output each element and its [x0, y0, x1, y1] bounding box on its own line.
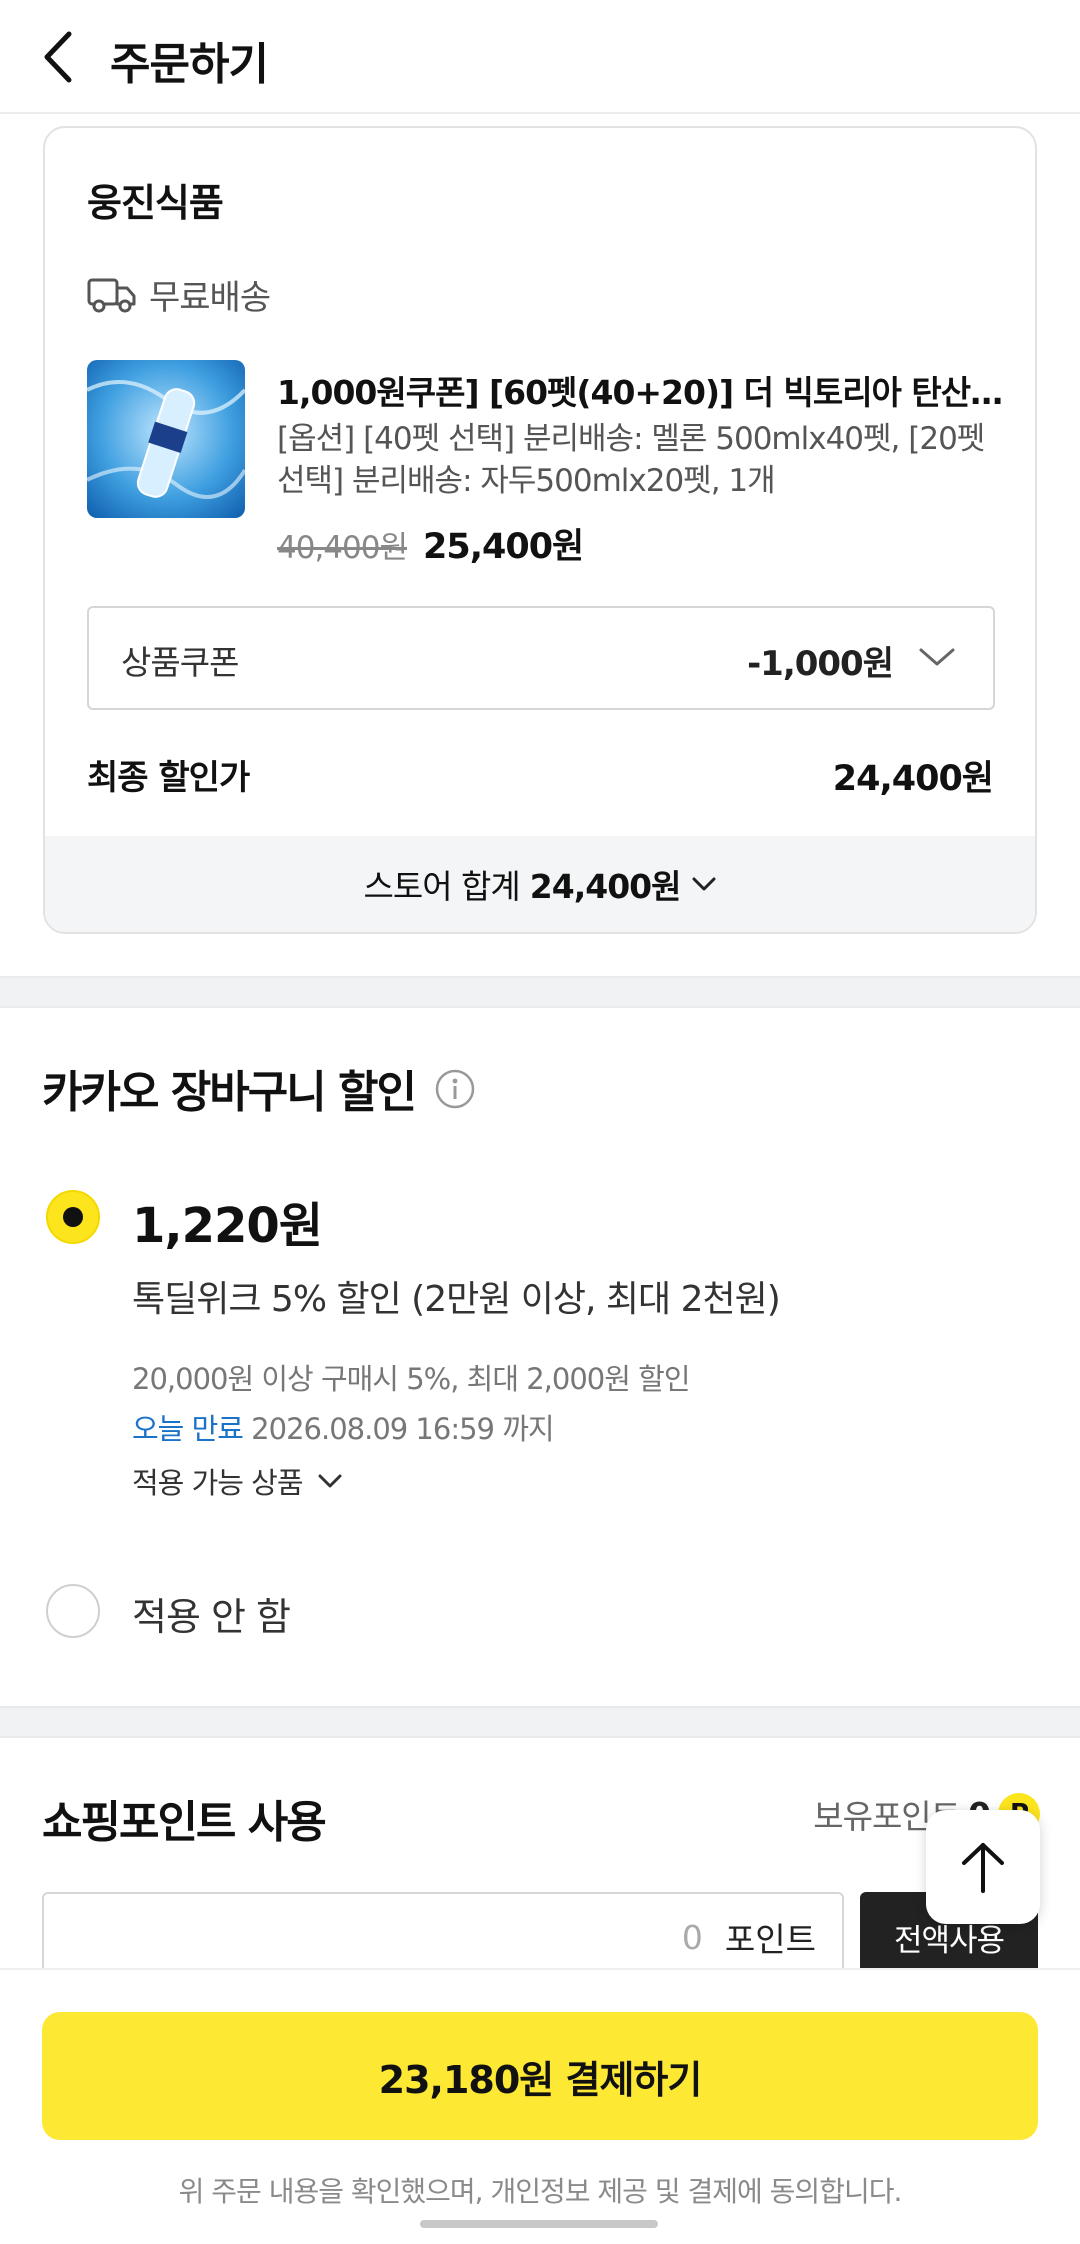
page-title: 주문하기	[110, 39, 269, 90]
product-title[interactable]: 1,000원쿠폰] [60펫(40+20)] 더 빅토리아 탄산수/...	[277, 366, 1007, 414]
promo-condition: 20,000원 이상 구매시 5%, 최대 2,000원 할인	[132, 1362, 691, 1396]
delivery-label: 무료배송	[149, 278, 271, 318]
points-unit: 포인트	[724, 1920, 816, 1959]
home-indicator	[420, 2220, 658, 2228]
discount-radio-selected[interactable]	[46, 1190, 100, 1244]
pay-button[interactable]: 23,180원 결제하기	[42, 2012, 1038, 2140]
chevron-down-icon	[919, 648, 955, 666]
info-icon[interactable]	[434, 1068, 476, 1110]
promo-expiry: 오늘 만료 2026.08.09 16:59 까지	[132, 1406, 555, 1448]
final-price-value: 24,400원	[832, 759, 994, 799]
checkout-bar: 23,180원 결제하기 위 주문 내용을 확인했으며, 개인정보 제공 및 결…	[0, 1968, 1080, 2244]
promo-name: 톡딜위크 5% 할인 (2만원 이상, 최대 2천원)	[132, 1279, 781, 1320]
product-option: [옵션] [40펫 선택] 분리배송: 멜론 500mlx40펫, [20펫 선…	[277, 421, 985, 499]
section-divider	[0, 976, 1080, 1008]
agreement-text: 위 주문 내용을 확인했으며, 개인정보 제공 및 결제에 동의합니다.	[178, 2175, 903, 2208]
product-coupon-select[interactable]: 상품쿠폰 -1,000원	[87, 606, 995, 710]
kakao-discount-title: 카카오 장바구니 할인	[42, 1067, 417, 1118]
chevron-down-icon	[692, 877, 715, 891]
final-price-label: 최종 할인가	[87, 758, 250, 798]
coupon-value: -1,000원	[747, 644, 894, 684]
applicable-label: 적용 가능 상품	[132, 1466, 304, 1500]
store-name: 웅진식품	[87, 181, 224, 225]
points-input-value: 0	[681, 1917, 703, 1957]
not-apply-label[interactable]: 적용 안 함	[132, 1586, 291, 1641]
chevron-down-icon	[318, 1474, 342, 1488]
section-divider	[0, 1706, 1080, 1738]
back-button[interactable]	[28, 22, 88, 92]
coupon-label: 상품쿠폰	[121, 643, 239, 682]
points-title: 쇼핑포인트 사용	[42, 1797, 327, 1848]
store-total-label: 스토어 합계	[363, 867, 520, 906]
store-total-value: 24,400원	[529, 867, 682, 906]
expiry-tag: 오늘 만료	[132, 1412, 244, 1446]
store-order-card: 웅진식품 무료배송 1,000원쿠폰] [60펫(40+20)] 더 빅토리아 …	[43, 126, 1037, 934]
truck-icon	[87, 278, 136, 312]
store-total-toggle[interactable]: 스토어 합계 24,400원	[45, 836, 1035, 932]
discount-radio-none[interactable]	[46, 1584, 100, 1638]
original-price: 40,400원	[277, 530, 408, 566]
delivery-info: 무료배송	[87, 270, 271, 319]
product-thumbnail[interactable]	[87, 360, 245, 518]
sale-price: 25,400원	[423, 527, 584, 567]
scroll-to-top-button[interactable]	[926, 1810, 1040, 1924]
chevron-left-icon	[44, 31, 72, 83]
applicable-products-toggle[interactable]: 적용 가능 상품	[132, 1460, 343, 1502]
arrow-up-icon	[962, 1843, 1004, 1893]
expiry-date: 2026.08.09 16:59 까지	[251, 1412, 554, 1446]
price-row: 40,400원 25,400원	[277, 518, 584, 569]
app-header: 주문하기	[0, 0, 1080, 114]
discount-amount: 1,220원	[132, 1198, 323, 1254]
